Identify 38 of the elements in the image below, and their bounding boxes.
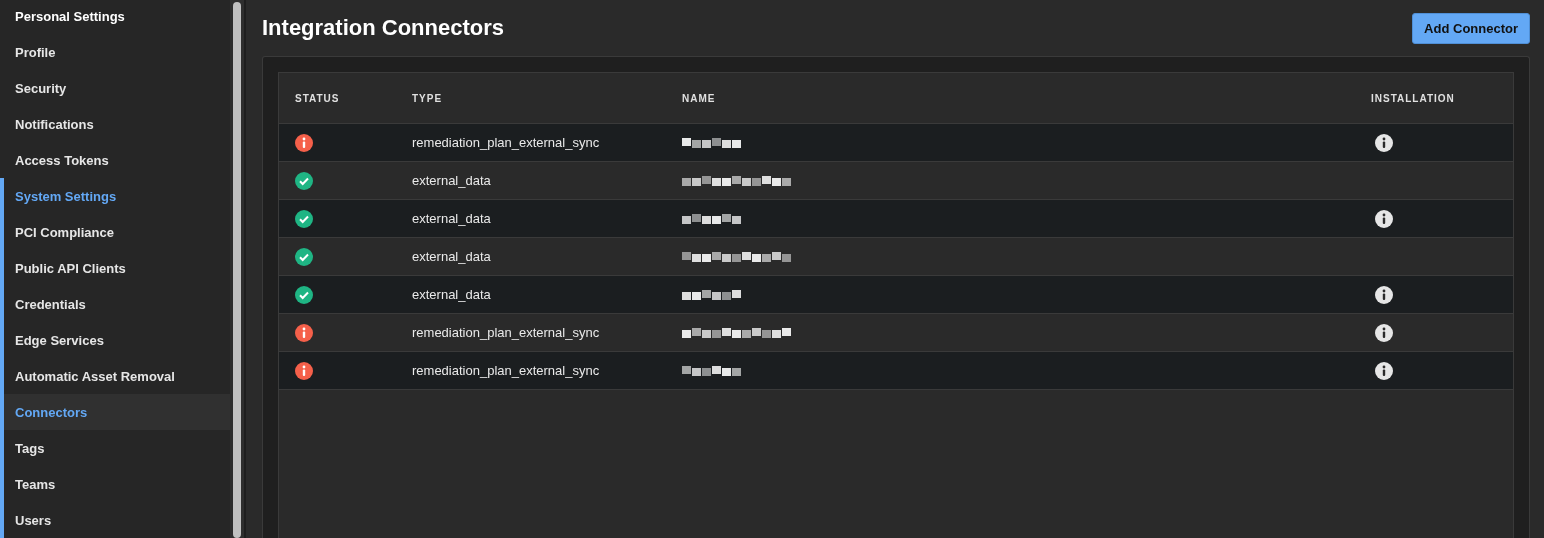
sidebar-item[interactable]: Edge Services — [4, 322, 230, 358]
table-cell: external_data — [412, 287, 491, 302]
sidebar-item[interactable]: Connectors — [4, 394, 230, 430]
pixelated-name-drawing — [682, 211, 742, 226]
info-icon[interactable] — [1375, 133, 1393, 152]
page-title: Integration Connectors — [262, 15, 504, 41]
table-cell: external_data — [412, 249, 491, 264]
sidebar-item[interactable]: Access Tokens — [4, 142, 230, 178]
pixelated-name-drawing — [682, 363, 742, 378]
sidebar-item[interactable]: Profile — [4, 34, 230, 70]
pixelated-name-drawing — [682, 135, 742, 150]
sidebar-item[interactable]: PCI Compliance — [4, 214, 230, 250]
column-header: INSTALLATION — [1371, 92, 1455, 104]
pixelated-name-drawing — [682, 287, 742, 302]
sidebar-item[interactable]: Users — [4, 502, 230, 538]
add-connector-button[interactable]: Add Connector — [1412, 12, 1530, 44]
sidebar-item[interactable]: Public API Clients — [4, 250, 230, 286]
table-cell: remediation_plan_external_sync — [412, 325, 600, 340]
scrollbar-thumb[interactable] — [233, 2, 241, 538]
sidebar-item[interactable]: Automatic Asset Removal — [4, 358, 230, 394]
sidebar-item[interactable]: Notifications — [4, 106, 230, 142]
sidebar-item[interactable]: Credentials — [4, 286, 230, 322]
table-cell: remediation_plan_external_sync — [412, 135, 600, 150]
column-header: NAME — [682, 92, 716, 104]
table-cell: remediation_plan_external_sync — [412, 363, 600, 378]
info-icon[interactable] — [1375, 323, 1393, 342]
info-icon[interactable] — [1375, 285, 1393, 304]
table-cell: external_data — [412, 173, 491, 188]
info-icon[interactable] — [1375, 209, 1393, 228]
table-cell: external_data — [412, 211, 491, 226]
section-title: Personal Settings — [15, 8, 125, 24]
section-title: System Settings — [15, 188, 117, 204]
info-icon[interactable] — [1375, 361, 1393, 380]
column-header: STATUS — [295, 92, 340, 104]
sidebar-item[interactable]: Tags — [4, 430, 230, 466]
sidebar-item[interactable]: Teams — [4, 466, 230, 502]
column-header: TYPE — [412, 92, 443, 104]
sidebar-item[interactable]: Security — [4, 70, 230, 106]
